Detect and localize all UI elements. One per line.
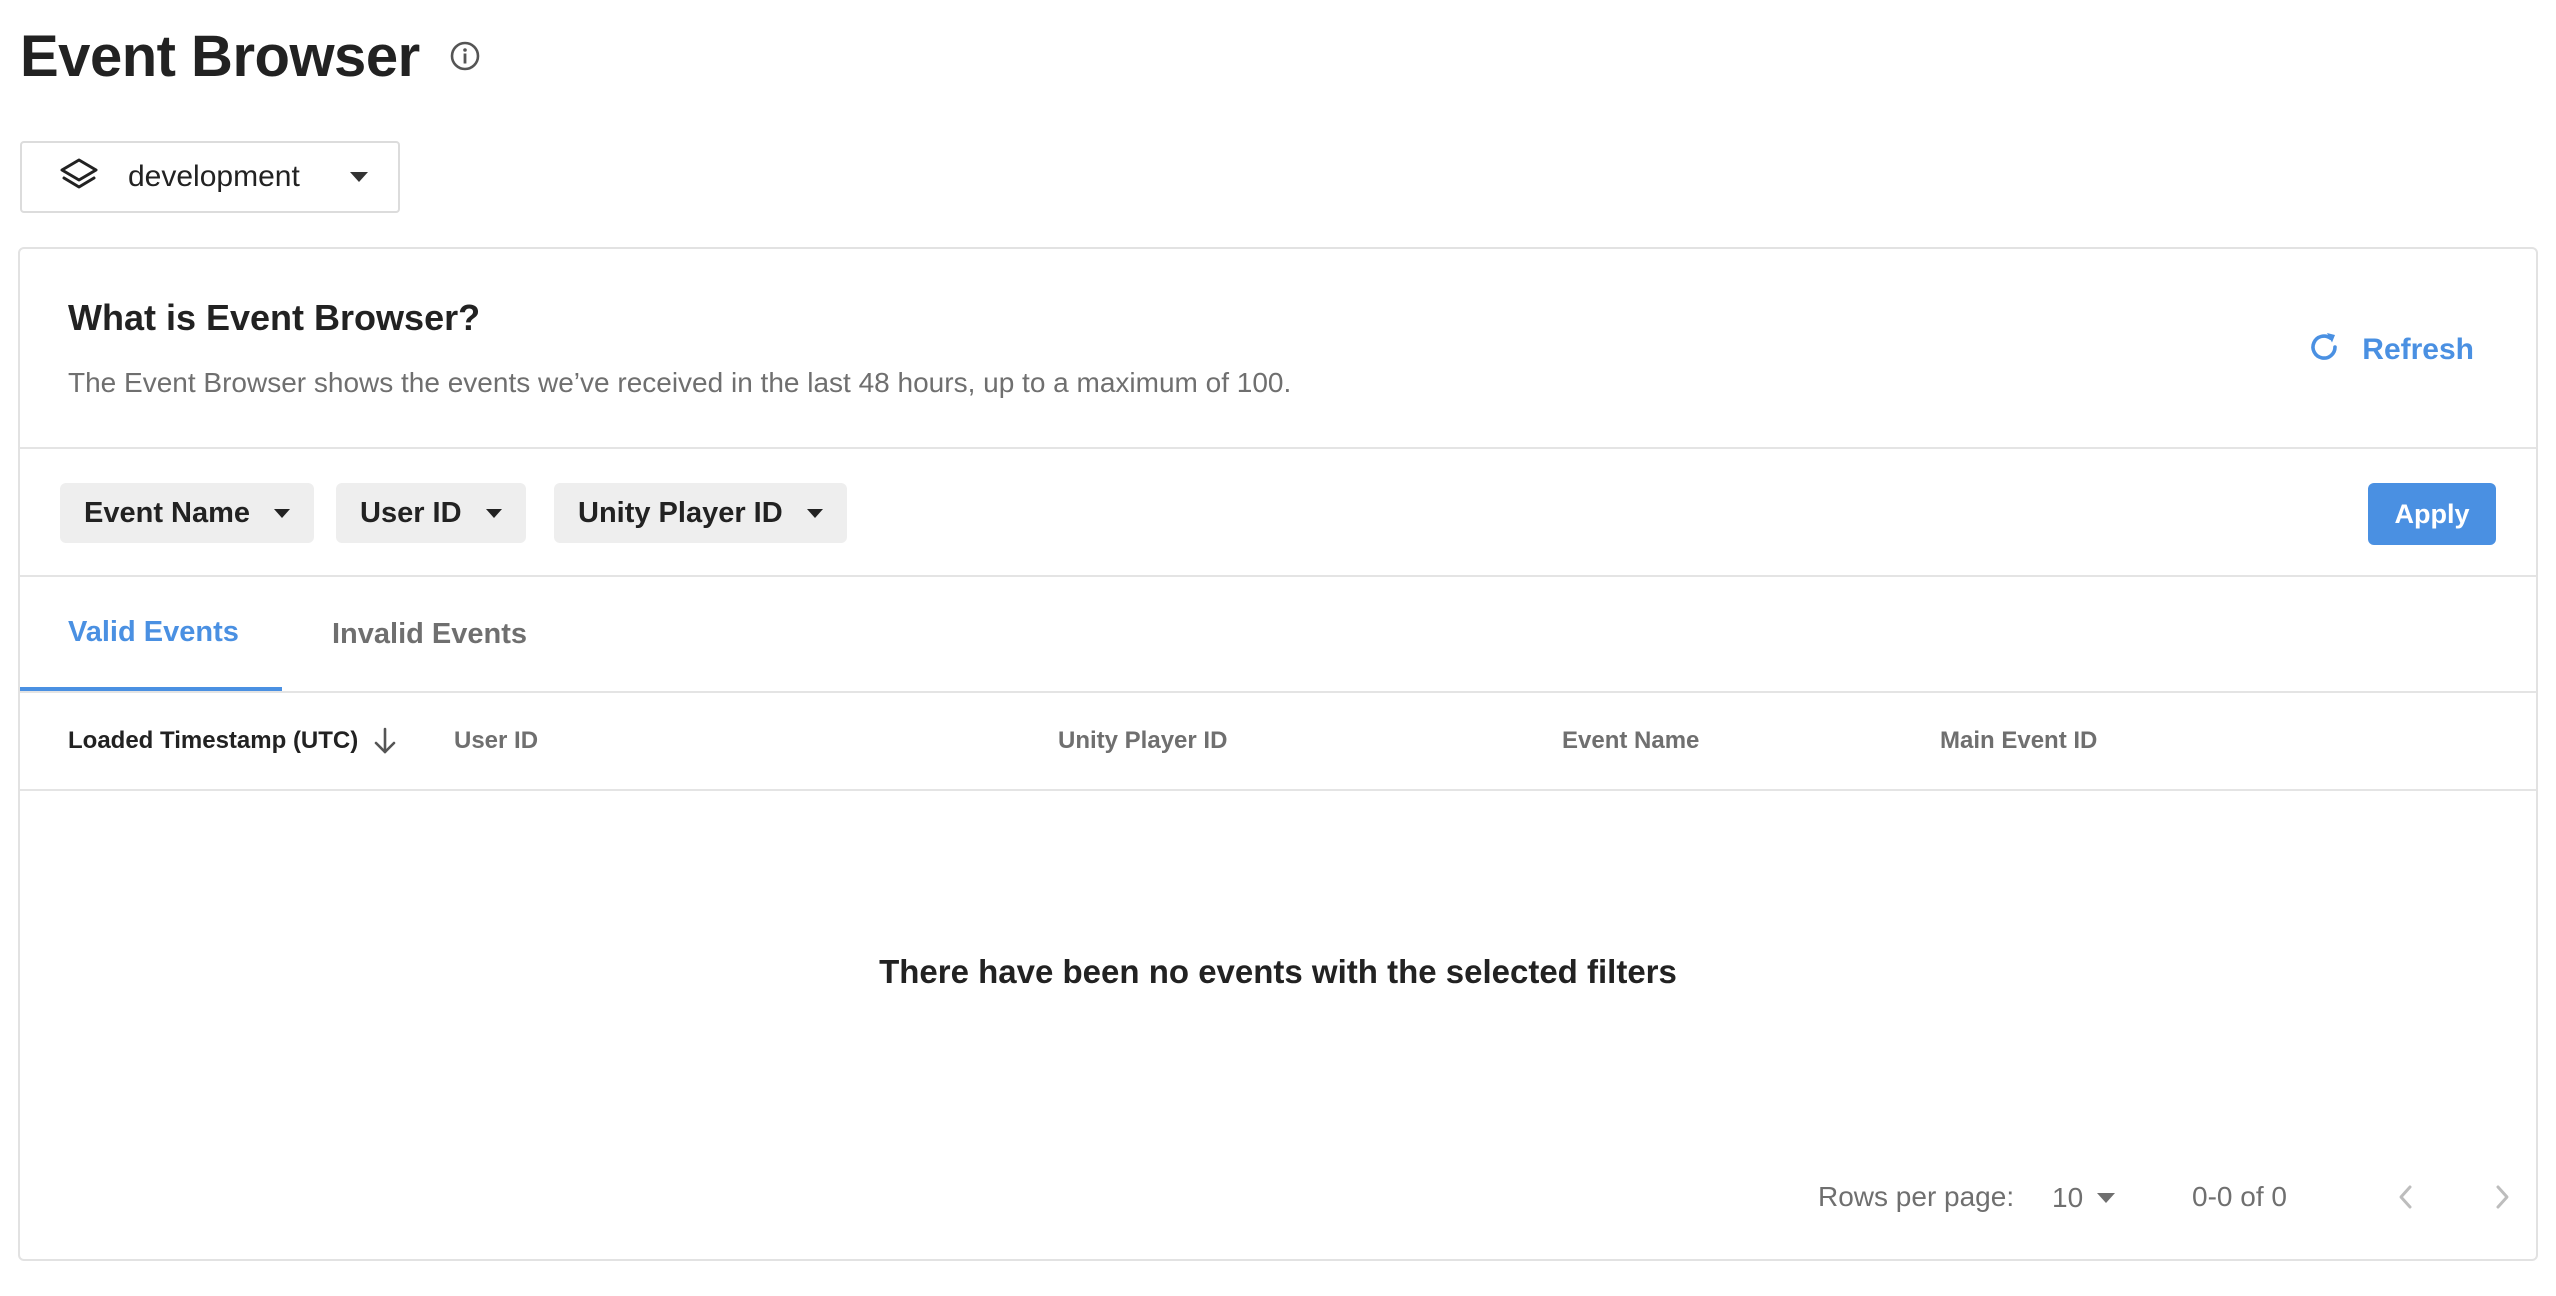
event-browser-card: What is Event Browser? The Event Browser… <box>18 247 2538 1261</box>
intro-section: What is Event Browser? The Event Browser… <box>20 249 2536 449</box>
next-page-button[interactable] <box>2482 1179 2522 1219</box>
environment-select[interactable]: development <box>20 141 400 213</box>
rows-per-page-value: 10 <box>2052 1182 2084 1213</box>
tab-valid-events[interactable]: Valid Events <box>20 577 282 691</box>
chevron-down-icon <box>350 172 368 182</box>
column-event-name[interactable]: Event Name <box>1562 693 1699 789</box>
refresh-label: Refresh <box>2362 332 2474 366</box>
filter-unity-player-id[interactable]: Unity Player ID <box>554 483 847 543</box>
pagination: Rows per page: 10 0-0 of 0 <box>20 1169 2536 1229</box>
pagination-range: 0-0 of 0 <box>2192 1181 2287 1212</box>
filter-event-name[interactable]: Event Name <box>60 483 315 543</box>
empty-state-message: There have been no events with the selec… <box>879 953 1677 990</box>
environment-select-value: development <box>128 160 300 193</box>
chevron-right-icon <box>2492 1183 2512 1216</box>
rows-per-page-label: Rows per page: <box>1818 1181 2015 1212</box>
column-unity-player-id[interactable]: Unity Player ID <box>1058 693 1227 789</box>
info-icon[interactable] <box>448 39 482 73</box>
arrow-down-icon[interactable] <box>372 726 398 756</box>
filter-label: Unity Player ID <box>578 496 783 529</box>
tab-invalid-events[interactable]: Invalid Events <box>332 577 527 691</box>
filters-bar: Event Name User ID Unity Player ID Apply <box>20 449 2536 577</box>
chevron-down-icon <box>274 508 291 518</box>
page-title: Event Browser <box>20 23 420 89</box>
column-user-id[interactable]: User ID <box>454 693 538 789</box>
chevron-down-icon <box>2097 1193 2116 1203</box>
chevron-down-icon <box>485 508 502 518</box>
column-label: Loaded Timestamp (UTC) <box>68 727 359 754</box>
apply-button[interactable]: Apply <box>2368 483 2496 545</box>
filter-label: User ID <box>360 496 462 529</box>
rows-per-page-select[interactable]: 10 <box>2052 1173 2116 1223</box>
chevron-left-icon <box>2396 1183 2416 1216</box>
refresh-button[interactable]: Refresh <box>2306 329 2474 370</box>
refresh-icon <box>2306 329 2342 370</box>
layers-icon <box>58 156 100 198</box>
intro-description: The Event Browser shows the events we’ve… <box>68 367 1292 398</box>
previous-page-button[interactable] <box>2386 1179 2426 1219</box>
page-header: Event Browser <box>20 20 482 92</box>
chevron-down-icon <box>806 508 823 518</box>
table-header: Loaded Timestamp (UTC) User ID Unity Pla… <box>20 693 2536 791</box>
filter-user-id[interactable]: User ID <box>336 483 526 543</box>
column-loaded-timestamp[interactable]: Loaded Timestamp (UTC) <box>68 693 398 789</box>
column-main-event-id[interactable]: Main Event ID <box>1940 693 2097 789</box>
intro-title: What is Event Browser? <box>68 297 481 338</box>
tabs-bar: Valid Events Invalid Events <box>20 577 2536 693</box>
filter-label: Event Name <box>84 496 251 529</box>
